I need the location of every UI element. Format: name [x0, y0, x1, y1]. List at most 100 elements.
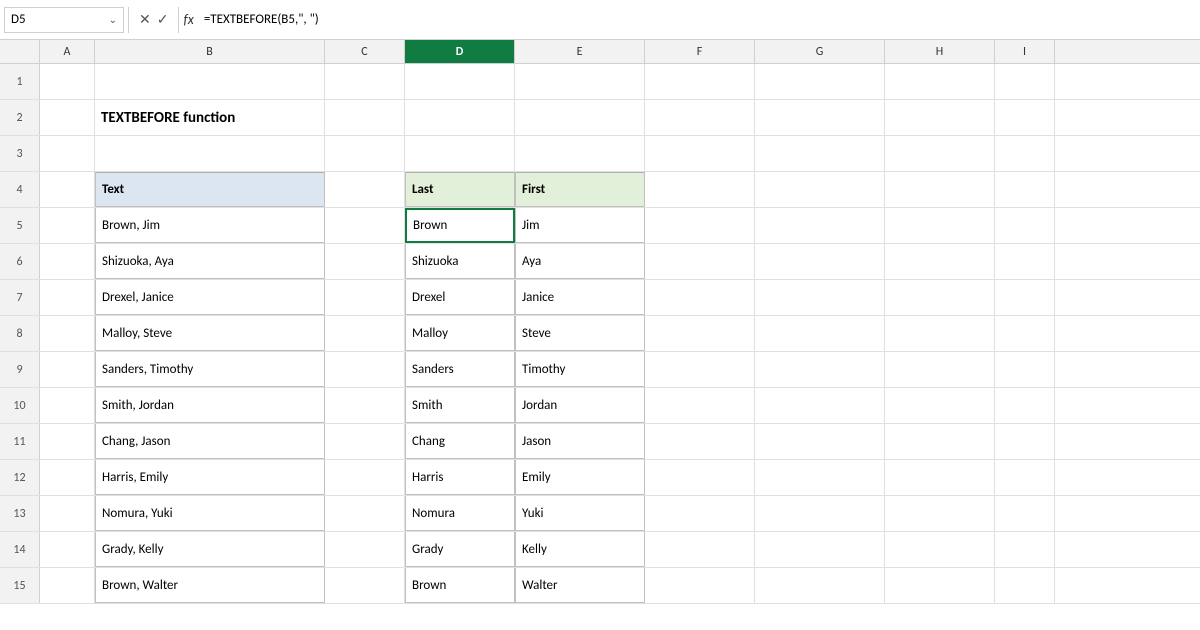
cell-d6[interactable]: Shizuoka — [405, 244, 515, 279]
cell-g8[interactable] — [755, 316, 885, 351]
confirm-icon[interactable]: ✓ — [157, 11, 169, 28]
cell-a10[interactable] — [40, 388, 95, 423]
cell-c9[interactable] — [325, 352, 405, 387]
cell-h8[interactable] — [885, 316, 995, 351]
cell-d11[interactable]: Chang — [405, 424, 515, 459]
cell-g10[interactable] — [755, 388, 885, 423]
cell-f8[interactable] — [645, 316, 755, 351]
cell-d13[interactable]: Nomura — [405, 496, 515, 531]
cell-b15[interactable]: Brown, Walter — [95, 568, 325, 603]
cell-c7[interactable] — [325, 280, 405, 315]
cell-c3[interactable] — [325, 136, 405, 171]
cell-b6[interactable]: Shizuoka, Aya — [95, 244, 325, 279]
cell-i7[interactable] — [995, 280, 1055, 315]
cell-a7[interactable] — [40, 280, 95, 315]
cell-i12[interactable] — [995, 460, 1055, 495]
cell-g15[interactable] — [755, 568, 885, 603]
cell-h2[interactable] — [885, 100, 995, 135]
cell-a15[interactable] — [40, 568, 95, 603]
cell-e1[interactable] — [515, 64, 645, 99]
cell-h14[interactable] — [885, 532, 995, 567]
col-header-d[interactable]: D — [405, 40, 515, 63]
cell-e5[interactable]: Jim — [515, 208, 645, 243]
cell-c14[interactable] — [325, 532, 405, 567]
cell-f4[interactable] — [645, 172, 755, 207]
col-header-a[interactable]: A — [40, 40, 95, 63]
cell-c15[interactable] — [325, 568, 405, 603]
cell-i11[interactable] — [995, 424, 1055, 459]
cell-i1[interactable] — [995, 64, 1055, 99]
cell-c6[interactable] — [325, 244, 405, 279]
cell-f6[interactable] — [645, 244, 755, 279]
cell-g12[interactable] — [755, 460, 885, 495]
formula-input[interactable] — [200, 10, 1196, 29]
cell-b2[interactable]: TEXTBEFORE function — [95, 100, 325, 135]
cell-i4[interactable] — [995, 172, 1055, 207]
col-header-h[interactable]: H — [885, 40, 995, 63]
cell-i3[interactable] — [995, 136, 1055, 171]
col-header-b[interactable]: B — [95, 40, 325, 63]
cell-c11[interactable] — [325, 424, 405, 459]
col-header-i[interactable]: I — [995, 40, 1055, 63]
cell-d14[interactable]: Grady — [405, 532, 515, 567]
cell-c2[interactable] — [325, 100, 405, 135]
cell-i13[interactable] — [995, 496, 1055, 531]
cell-b5[interactable]: Brown, Jim — [95, 208, 325, 243]
cell-g4[interactable] — [755, 172, 885, 207]
cell-i6[interactable] — [995, 244, 1055, 279]
cell-h10[interactable] — [885, 388, 995, 423]
cell-a2[interactable] — [40, 100, 95, 135]
cell-e8[interactable]: Steve — [515, 316, 645, 351]
cell-h4[interactable] — [885, 172, 995, 207]
cell-c10[interactable] — [325, 388, 405, 423]
cell-a3[interactable] — [40, 136, 95, 171]
cell-e7[interactable]: Janice — [515, 280, 645, 315]
cell-f1[interactable] — [645, 64, 755, 99]
col-header-e[interactable]: E — [515, 40, 645, 63]
cell-d9[interactable]: Sanders — [405, 352, 515, 387]
cell-g2[interactable] — [755, 100, 885, 135]
cell-b10[interactable]: Smith, Jordan — [95, 388, 325, 423]
cell-c1[interactable] — [325, 64, 405, 99]
cell-d2[interactable] — [405, 100, 515, 135]
cell-h3[interactable] — [885, 136, 995, 171]
cell-g5[interactable] — [755, 208, 885, 243]
cell-e6[interactable]: Aya — [515, 244, 645, 279]
cell-f5[interactable] — [645, 208, 755, 243]
cell-d15[interactable]: Brown — [405, 568, 515, 603]
cell-f3[interactable] — [645, 136, 755, 171]
cell-f7[interactable] — [645, 280, 755, 315]
cell-h15[interactable] — [885, 568, 995, 603]
cell-e12[interactable]: Emily — [515, 460, 645, 495]
cell-g7[interactable] — [755, 280, 885, 315]
cell-a13[interactable] — [40, 496, 95, 531]
cell-a1[interactable] — [40, 64, 95, 99]
cell-c8[interactable] — [325, 316, 405, 351]
cell-a4[interactable] — [40, 172, 95, 207]
cell-b8[interactable]: Malloy, Steve — [95, 316, 325, 351]
cell-a11[interactable] — [40, 424, 95, 459]
cell-d12[interactable]: Harris — [405, 460, 515, 495]
cell-h1[interactable] — [885, 64, 995, 99]
cell-a8[interactable] — [40, 316, 95, 351]
cell-f12[interactable] — [645, 460, 755, 495]
cell-b4[interactable]: Text — [95, 172, 325, 207]
cell-g6[interactable] — [755, 244, 885, 279]
cell-e15[interactable]: Walter — [515, 568, 645, 603]
cell-b13[interactable]: Nomura, Yuki — [95, 496, 325, 531]
cell-e2[interactable] — [515, 100, 645, 135]
cell-e9[interactable]: Timothy — [515, 352, 645, 387]
cell-i5[interactable] — [995, 208, 1055, 243]
cell-e4[interactable]: First — [515, 172, 645, 207]
cell-e10[interactable]: Jordan — [515, 388, 645, 423]
cell-i8[interactable] — [995, 316, 1055, 351]
cell-b11[interactable]: Chang, Jason — [95, 424, 325, 459]
col-header-c[interactable]: C — [325, 40, 405, 63]
cell-f10[interactable] — [645, 388, 755, 423]
cell-h5[interactable] — [885, 208, 995, 243]
cell-d3[interactable] — [405, 136, 515, 171]
cell-h7[interactable] — [885, 280, 995, 315]
cell-f15[interactable] — [645, 568, 755, 603]
cell-h6[interactable] — [885, 244, 995, 279]
cell-f11[interactable] — [645, 424, 755, 459]
